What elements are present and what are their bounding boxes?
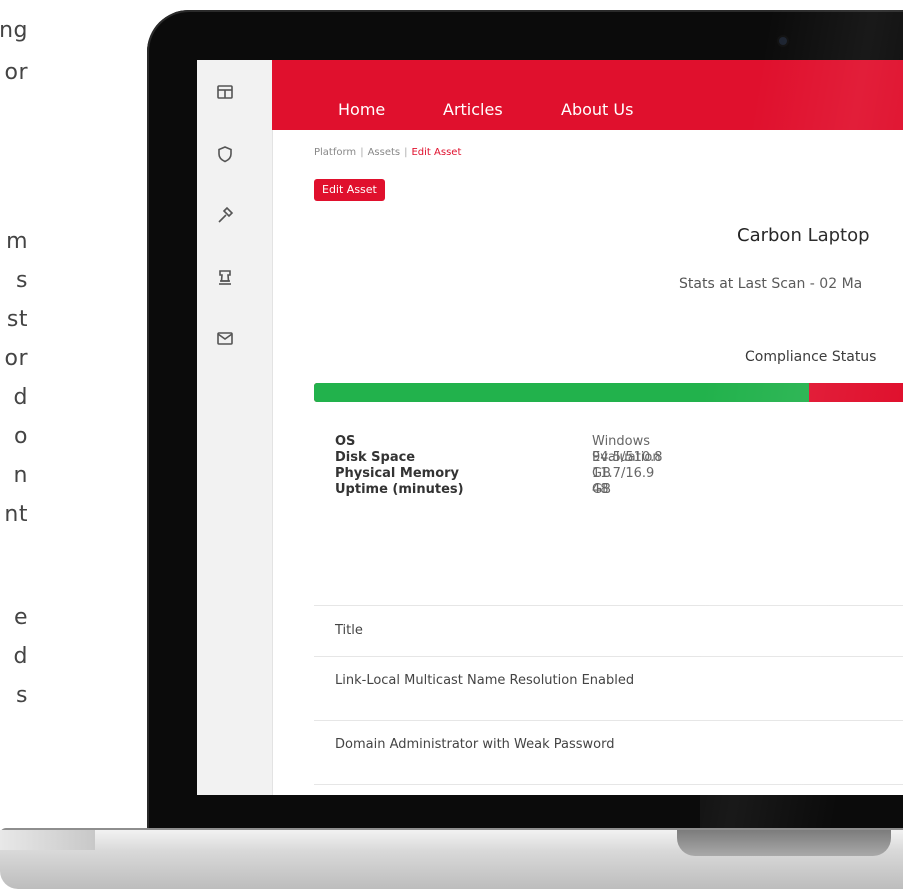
laptop-screen: Home Articles About Us Platform | Assets | E… bbox=[197, 60, 903, 795]
background-text-line: st bbox=[6, 307, 28, 332]
background-text-line: nt bbox=[4, 502, 28, 527]
hammer-icon[interactable] bbox=[215, 206, 235, 226]
background-text-line: s bbox=[16, 268, 28, 293]
edit-asset-button[interactable]: Edit Asset bbox=[314, 179, 385, 201]
webcam bbox=[779, 37, 787, 45]
mail-icon[interactable] bbox=[215, 328, 235, 348]
background-text-line: m bbox=[6, 229, 28, 254]
stat-value: 48 bbox=[592, 482, 609, 497]
stat-key: Uptime (minutes) bbox=[335, 482, 464, 497]
background-text-line: ng bbox=[0, 18, 28, 43]
finding-title: Domain Administrator with Weak Password bbox=[335, 737, 615, 752]
stat-key: Physical Memory bbox=[335, 466, 460, 481]
stat-key: Disk Space bbox=[335, 450, 416, 465]
background-text-line: n bbox=[13, 463, 28, 488]
table-header: Title bbox=[314, 605, 903, 656]
background-text-line: e bbox=[13, 605, 28, 630]
nav-about-us[interactable]: About Us bbox=[561, 100, 633, 119]
findings-table: Title Link-Local Multicast Name Resoluti… bbox=[314, 605, 903, 785]
finding-title: Link-Local Multicast Name Resolution Ena… bbox=[335, 673, 635, 688]
last-scan-stats: Stats at Last Scan - 02 Ma bbox=[679, 276, 863, 292]
breadcrumb-assets[interactable]: Assets bbox=[368, 147, 401, 158]
nav-articles[interactable]: Articles bbox=[443, 100, 503, 119]
table-row[interactable]: Domain Administrator with Weak Password bbox=[314, 720, 903, 785]
background-text-line: or bbox=[4, 60, 28, 85]
laptop-trackpad-notch bbox=[677, 830, 891, 856]
dashboard-icon[interactable] bbox=[215, 82, 235, 102]
breadcrumb-current: Edit Asset bbox=[411, 147, 462, 158]
shield-icon[interactable] bbox=[215, 144, 235, 164]
compliance-status-bar bbox=[314, 383, 903, 402]
background-text-line: d bbox=[13, 385, 28, 410]
nav-home[interactable]: Home bbox=[338, 100, 385, 119]
table-row[interactable]: Link-Local Multicast Name Resolution Ena… bbox=[314, 656, 903, 720]
compliance-status-label: Compliance Status bbox=[745, 349, 877, 365]
top-navbar: Home Articles About Us bbox=[272, 60, 903, 130]
breadcrumb: Platform | Assets | Edit Asset bbox=[314, 147, 461, 158]
background-text-line: d bbox=[13, 644, 28, 669]
chess-rook-icon[interactable] bbox=[215, 268, 235, 288]
stat-key: OS bbox=[335, 434, 356, 449]
asset-title: Carbon Laptop bbox=[737, 225, 870, 246]
compliance-pass-fill bbox=[314, 383, 809, 402]
background-text-line: o bbox=[14, 424, 28, 449]
app-sidebar bbox=[197, 60, 273, 795]
column-header-title: Title bbox=[335, 623, 363, 638]
breadcrumb-separator: | bbox=[404, 147, 408, 158]
breadcrumb-platform[interactable]: Platform bbox=[314, 147, 356, 158]
background-text-line: or bbox=[4, 346, 28, 371]
laptop-base-edge bbox=[0, 830, 95, 850]
background-text-line: s bbox=[16, 683, 28, 708]
breadcrumb-separator: | bbox=[360, 147, 364, 158]
